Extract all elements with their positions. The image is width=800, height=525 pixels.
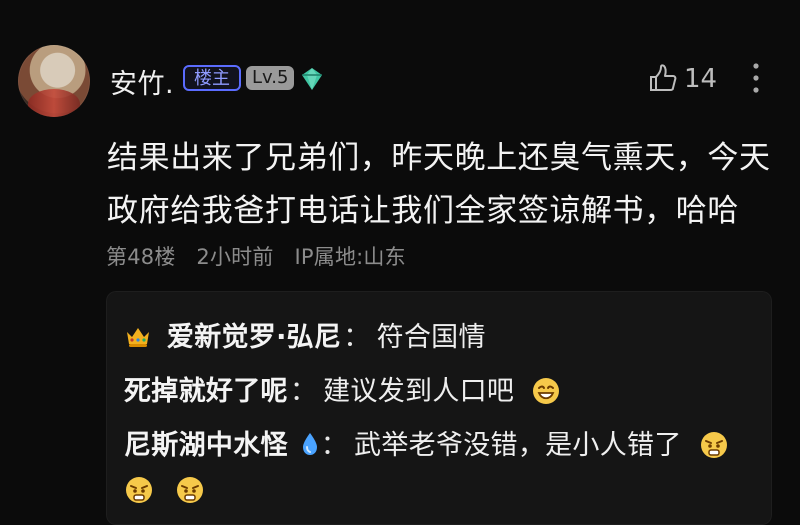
reply-item[interactable]: 爱新觉罗·弘尼： 符合国情 xyxy=(124,315,486,354)
reply-item[interactable]: 尼斯湖中水怪 ：武举老爷没错，是小人错了 xyxy=(124,423,729,462)
crown-icon xyxy=(127,328,149,347)
reply-author[interactable]: 爱新觉罗·弘尼 xyxy=(167,322,341,353)
username[interactable]: 安竹. xyxy=(110,62,174,101)
post-content-line: 结果出来了兄弟们，昨天晚上还臭气熏天，今天 xyxy=(107,140,771,176)
thumb-up-icon[interactable] xyxy=(646,62,680,96)
replies-box[interactable]: 爱新觉罗·弘尼： 符合国情 死掉就好了呢： 建议发到人口吧 尼斯湖中水怪 ：武举老爷… xyxy=(106,291,772,525)
reply-separator: ： xyxy=(289,376,318,407)
avatar[interactable] xyxy=(18,45,90,117)
reply-text: 武举老爷没错，是小人错了 xyxy=(354,430,682,461)
reply-emoji-row xyxy=(124,475,221,509)
op-badge: 楼主 xyxy=(183,65,241,91)
reply-author[interactable]: 尼斯湖中水怪 xyxy=(124,430,288,461)
post-time: 2小时前 xyxy=(196,245,274,269)
angry-face-emoji-icon xyxy=(700,432,727,458)
post-content: 结果出来了兄弟们，昨天晚上还臭气熏天，今天 政府给我爸打电话让我们全家签谅解书，… xyxy=(107,132,777,238)
reply-text: 建议发到人口吧 xyxy=(323,376,515,407)
reply-author[interactable]: 死掉就好了呢 xyxy=(124,376,288,407)
more-vertical-icon[interactable] xyxy=(744,58,768,98)
like-group[interactable]: 14 xyxy=(646,62,726,96)
angry-face-emoji-icon xyxy=(177,477,204,503)
reply-item[interactable]: 死掉就好了呢： 建议发到人口吧 xyxy=(124,369,561,408)
angry-face-emoji-icon xyxy=(126,477,152,503)
level-badge: Lv.5 xyxy=(246,66,295,90)
reply-separator: ： xyxy=(320,430,349,461)
reply-separator: ： xyxy=(343,322,371,353)
reply-text: 符合国情 xyxy=(376,322,486,353)
post-meta: 第48楼 2小时前 IP属地:山东 xyxy=(106,241,420,271)
grin-emoji-icon xyxy=(533,378,560,404)
water-drop-icon xyxy=(302,433,317,455)
floor-number: 第48楼 xyxy=(106,245,176,269)
ip-location: IP属地:山东 xyxy=(294,245,406,269)
post-content-line: 政府给我爸打电话让我们全家签谅解书，哈哈 xyxy=(107,193,739,229)
post-screen: 安竹. 楼主 Lv.5 14 结果出来了兄弟们，昨天晚上还臭气熏天，今天 政府给… xyxy=(0,0,800,525)
like-count: 14 xyxy=(684,64,718,94)
gem-icon xyxy=(302,68,322,90)
